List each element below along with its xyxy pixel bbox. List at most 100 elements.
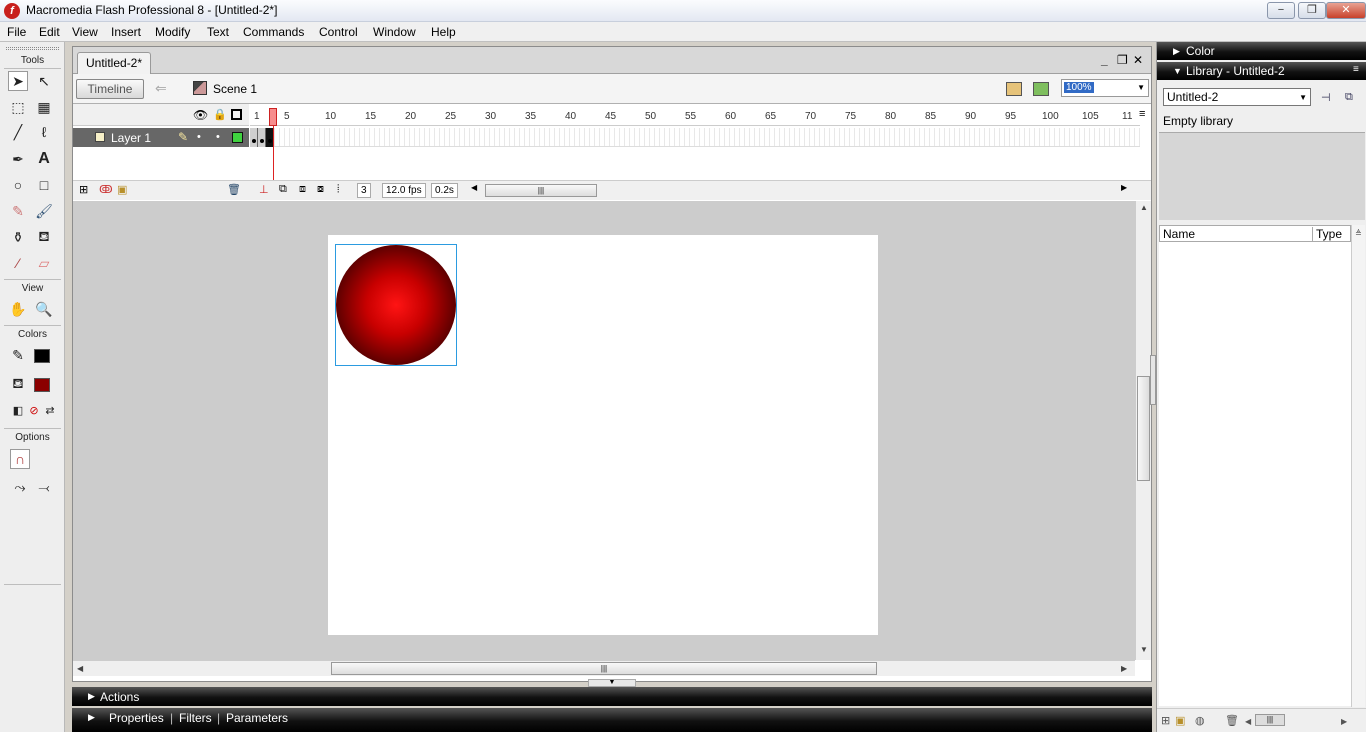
center-frame-icon[interactable]: ⊥	[259, 183, 269, 196]
menu-modify[interactable]: Modify	[155, 25, 190, 39]
menu-edit[interactable]: Edit	[39, 25, 60, 39]
library-panel-header[interactable]: ▼ Library - Untitled-2 ≡	[1157, 62, 1366, 80]
menu-commands[interactable]: Commands	[243, 25, 304, 39]
parameters-tab[interactable]: Parameters	[226, 711, 288, 725]
lock-icon[interactable]: 🔒	[213, 108, 227, 121]
menu-control[interactable]: Control	[319, 25, 358, 39]
layer-row[interactable]: Layer 1 ✎ • •	[73, 128, 249, 147]
snap-to-objects-icon[interactable]: ∩	[10, 449, 30, 469]
properties-tab[interactable]: Properties	[109, 711, 164, 725]
edit-scene-icon[interactable]	[1006, 82, 1022, 96]
insert-layer-icon[interactable]: ⊞	[79, 183, 88, 196]
menu-text[interactable]: Text	[207, 25, 229, 39]
insert-folder-icon[interactable]: ▣	[117, 183, 127, 196]
selection-tool-icon[interactable]: ➤	[8, 71, 28, 91]
eraser-tool-icon[interactable]: ▱	[34, 253, 54, 273]
doc-restore-icon[interactable]: ❐	[1117, 53, 1128, 67]
menu-insert[interactable]: Insert	[111, 25, 141, 39]
layer-frames[interactable]	[250, 128, 1140, 147]
library-vertical-scrollbar[interactable]: ≜	[1351, 225, 1365, 707]
rectangle-tool-icon[interactable]: □	[34, 175, 54, 195]
stage-horizontal-scrollbar[interactable]: ◀ ||| ▶	[73, 660, 1135, 676]
brush-tool-icon[interactable]: 🖌	[34, 201, 54, 221]
modify-onion-markers-icon[interactable]: ⦙	[337, 183, 339, 196]
sort-order-icon[interactable]: ≜	[1355, 229, 1362, 238]
eyedropper-tool-icon[interactable]: ⁄	[8, 253, 28, 273]
restore-button[interactable]: ❐	[1298, 2, 1326, 19]
ink-bottle-tool-icon[interactable]: ⚱	[8, 227, 28, 247]
edit-symbols-icon[interactable]	[1033, 82, 1049, 96]
new-folder-icon[interactable]: ▣	[1175, 714, 1185, 727]
name-column-header[interactable]: Name	[1163, 227, 1195, 241]
doc-minimize-icon[interactable]: _	[1101, 53, 1108, 67]
horizontal-scroll-thumb[interactable]: |||	[331, 662, 877, 675]
free-transform-tool-icon[interactable]: ⬚	[8, 97, 28, 117]
outline-icon[interactable]	[231, 109, 242, 120]
subselection-tool-icon[interactable]: ↖	[34, 71, 54, 91]
back-arrow-icon[interactable]: ⇐	[155, 80, 167, 97]
timeline-options-icon[interactable]: ≡	[1139, 108, 1145, 120]
actions-panel-header[interactable]: ▶ Actions	[72, 687, 1152, 706]
scroll-right-icon[interactable]: ▶	[1121, 183, 1127, 192]
straighten-icon[interactable]: ⤙	[34, 477, 54, 497]
stage-vertical-scrollbar[interactable]: ▲ ▼	[1135, 201, 1151, 660]
onion-outlines-icon[interactable]: ⧈	[299, 183, 306, 196]
scroll-up-icon[interactable]: ▲	[1140, 203, 1148, 212]
text-tool-icon[interactable]: A	[34, 149, 54, 169]
add-motion-guide-icon[interactable]: ↂ	[99, 183, 113, 196]
scroll-left-icon[interactable]: ◀	[471, 183, 477, 192]
tools-grip[interactable]	[6, 47, 59, 50]
type-column-header[interactable]: Type	[1312, 227, 1342, 242]
document-tab[interactable]: Untitled-2*	[77, 52, 152, 74]
stroke-color-swatch[interactable]	[34, 349, 50, 363]
timeline-scroll-thumb[interactable]: |||	[485, 184, 597, 197]
scroll-left-icon[interactable]: ◀	[1245, 717, 1251, 726]
timeline-ruler[interactable]: 1 5 10 15 20 25 30 35 40 45 50 55 60 65 …	[250, 104, 1140, 126]
pencil-tool-icon[interactable]: ✎	[8, 201, 28, 221]
hand-tool-icon[interactable]: ✋	[8, 299, 28, 319]
library-item-list[interactable]	[1159, 242, 1351, 706]
scene-label[interactable]: Scene 1	[213, 82, 257, 96]
gradient-transform-tool-icon[interactable]: ▦	[34, 97, 54, 117]
fill-color-swatch[interactable]	[34, 378, 50, 392]
panel-options-icon[interactable]: ≡	[1353, 64, 1359, 75]
color-panel-header[interactable]: ▶ Color	[1157, 42, 1366, 60]
smooth-icon[interactable]: ⤳	[10, 477, 30, 497]
gradient-circle-shape[interactable]	[336, 245, 456, 365]
paint-bucket-tool-icon[interactable]: ⛾	[34, 227, 54, 247]
scroll-right-icon[interactable]: ▶	[1121, 664, 1127, 673]
frame-rate[interactable]: 12.0 fps	[382, 183, 426, 198]
visibility-dot-icon[interactable]: •	[197, 131, 201, 143]
pin-library-icon[interactable]: ⊣	[1321, 91, 1335, 104]
properties-icon[interactable]: ◍	[1195, 714, 1205, 727]
edit-multiple-frames-icon[interactable]: ⧇	[317, 183, 324, 196]
close-button[interactable]: ✕	[1326, 2, 1366, 19]
library-scroll-thumb[interactable]: |||	[1255, 714, 1285, 726]
doc-close-icon[interactable]: ✕	[1133, 53, 1143, 67]
keyframe[interactable]	[250, 128, 258, 147]
keyframe[interactable]	[258, 128, 266, 147]
lasso-tool-icon[interactable]: ℓ	[34, 122, 54, 142]
playhead[interactable]	[269, 108, 277, 126]
stage-pasteboard[interactable]	[73, 201, 1135, 660]
delete-icon[interactable]: 🗑	[1225, 714, 1239, 727]
eye-icon[interactable]: 👁	[193, 108, 208, 122]
timeline-toggle-button[interactable]: Timeline	[76, 79, 144, 99]
oval-tool-icon[interactable]: ○	[8, 175, 28, 195]
line-tool-icon[interactable]: ╱	[8, 122, 28, 142]
onion-skin-icon[interactable]: ⧉	[279, 183, 287, 196]
swap-colors-icon[interactable]: ⇄	[40, 400, 60, 420]
library-document-select[interactable]: Untitled-2 ▼	[1163, 88, 1311, 106]
scroll-right-icon[interactable]: ▶	[1341, 717, 1347, 726]
scroll-down-icon[interactable]: ▼	[1140, 645, 1148, 654]
vertical-scroll-thumb[interactable]	[1137, 376, 1150, 481]
pen-tool-icon[interactable]: ✒	[8, 149, 28, 169]
zoom-select[interactable]: 100% ▼	[1061, 79, 1149, 97]
minimize-button[interactable]: −	[1267, 2, 1295, 19]
lock-dot-icon[interactable]: •	[216, 131, 220, 143]
filters-tab[interactable]: Filters	[179, 711, 212, 725]
new-symbol-icon[interactable]: ⊞	[1161, 714, 1170, 727]
menu-window[interactable]: Window	[373, 25, 416, 39]
zoom-tool-icon[interactable]: 🔍	[34, 299, 54, 319]
properties-panel-header[interactable]: ▶ Properties | Filters | Parameters	[72, 708, 1152, 732]
